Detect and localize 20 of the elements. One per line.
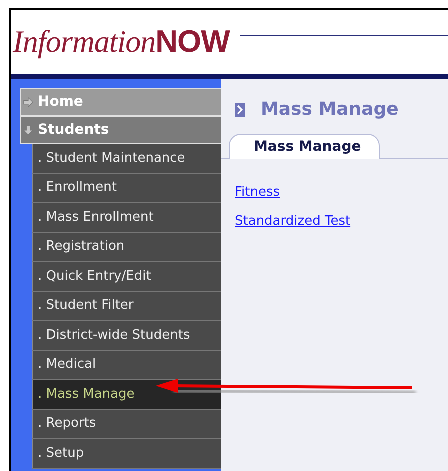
sidebar-section[interactable]: Students xyxy=(20,116,221,144)
right-arrow-icon xyxy=(23,96,34,108)
sidebar-item[interactable]: . Student Maintenance xyxy=(32,144,221,174)
sidebar-item[interactable]: . Medical xyxy=(32,350,221,380)
link[interactable]: Fitness xyxy=(235,185,280,200)
sidebar-item[interactable]: . Quick Entry/Edit xyxy=(32,262,221,292)
chevron-icon xyxy=(235,102,245,116)
tab[interactable]: Mass Manage xyxy=(229,134,380,159)
logo: InformationNOW xyxy=(13,24,230,60)
sidebar-item[interactable]: . Student Filter xyxy=(32,292,221,321)
page-title: Mass Manage xyxy=(261,99,399,120)
sidebar-item[interactable]: . Setup xyxy=(32,439,221,468)
sidebar-item[interactable]: . Reports xyxy=(32,410,221,439)
sidebar-item[interactable]: . Mass Manage xyxy=(32,380,221,410)
sidebar-item[interactable]: . Mass Enrollment xyxy=(32,203,221,232)
sidebar-item[interactable]: . Registration xyxy=(32,232,221,262)
link[interactable]: Standardized Test xyxy=(235,214,351,229)
sidebar-item[interactable]: . Enrollment xyxy=(32,174,221,203)
down-arrow-icon xyxy=(23,124,34,136)
sidebar-item[interactable]: . District-wide Students xyxy=(32,321,221,350)
